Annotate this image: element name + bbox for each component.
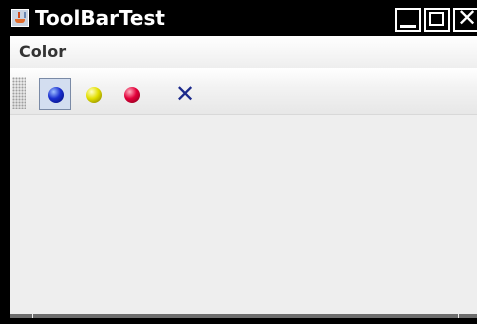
close-button[interactable]: ✕ (453, 4, 477, 32)
window-client-area: Color ✕ (10, 36, 477, 314)
minimize-button[interactable] (395, 8, 421, 32)
yellow-ball-button[interactable] (77, 78, 109, 110)
yellow-ball-icon (86, 87, 102, 103)
menu-bar: Color (10, 36, 477, 68)
toolbar-drag-handle[interactable] (12, 77, 26, 109)
red-ball-icon (124, 87, 140, 103)
maximize-icon (429, 12, 444, 26)
java-cup-icon[interactable] (11, 9, 29, 27)
blue-ball-icon (48, 87, 64, 103)
toolbar: ✕ (10, 68, 477, 115)
exit-x-icon: ✕ (174, 80, 196, 108)
horizontal-scrollbar[interactable] (10, 314, 477, 318)
title-bar[interactable]: ToolBarTest ✕ (0, 0, 477, 36)
content-panel (10, 115, 477, 314)
maximize-button[interactable] (424, 8, 450, 32)
close-icon: ✕ (456, 4, 477, 32)
menu-color[interactable]: Color (13, 39, 72, 65)
minimize-icon (400, 25, 416, 28)
window-title: ToolBarTest (35, 6, 165, 30)
red-ball-button[interactable] (115, 78, 147, 110)
exit-button[interactable]: ✕ (169, 78, 201, 110)
application-window: ToolBarTest ✕ Color ✕ (0, 0, 477, 324)
blue-ball-button[interactable] (39, 78, 71, 110)
